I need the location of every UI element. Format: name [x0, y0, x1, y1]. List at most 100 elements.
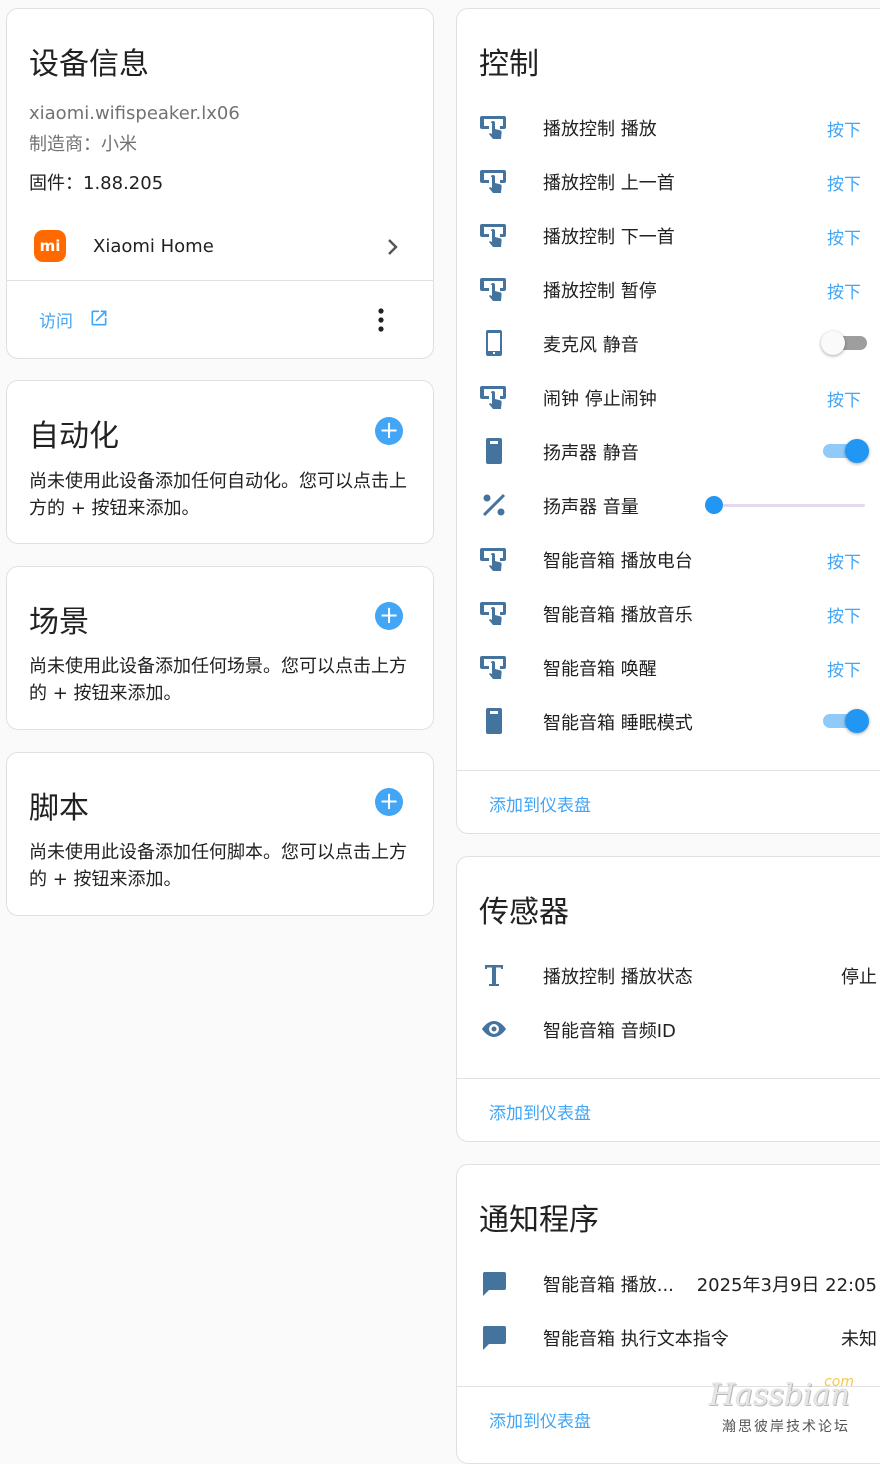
- control-name: 播放控制 暂停: [543, 281, 657, 302]
- sensor-state: 停止: [841, 967, 877, 988]
- press-button[interactable]: 按下: [827, 602, 861, 627]
- press-button[interactable]: 按下: [827, 170, 861, 195]
- press-button[interactable]: 按下: [827, 224, 861, 249]
- sensor-name: 播放控制 播放状态: [543, 967, 693, 988]
- speaker-mute-toggle[interactable]: [821, 439, 869, 463]
- message-icon: [482, 1326, 506, 1350]
- script-description: 尚未使用此设备添加任何脚本。您可以点击上方的 + 按钮来添加。: [29, 842, 407, 890]
- sensors-title: 传感器: [479, 895, 569, 930]
- control-row[interactable]: 智能音箱 唤醒 按下: [457, 640, 880, 694]
- control-row[interactable]: 智能音箱 睡眠模式: [457, 694, 880, 748]
- notify-title: 通知程序: [479, 1203, 599, 1238]
- automation-title: 自动化: [29, 419, 119, 454]
- eye-icon: [482, 1021, 506, 1037]
- control-name: 扬声器 静音: [543, 443, 639, 464]
- percent-icon: [482, 493, 506, 517]
- device-info-card: 设备信息 xiaomi.wifispeaker.lx06 制造商：小米 固件：1…: [6, 8, 434, 359]
- watermark-brand: Hassbian: [709, 1378, 850, 1413]
- sleep-mode-toggle[interactable]: [821, 709, 869, 733]
- device-info-divider: [7, 280, 433, 281]
- gesture-tap-button-icon: [480, 656, 506, 679]
- gesture-tap-button-icon: [480, 602, 506, 625]
- control-name: 播放控制 上一首: [543, 173, 675, 194]
- xiaomi-logo-icon: mi: [34, 230, 66, 262]
- press-button[interactable]: 按下: [827, 278, 861, 303]
- script-card: 脚本 + 尚未使用此设备添加任何脚本。您可以点击上方的 + 按钮来添加。: [6, 752, 434, 916]
- add-script-button[interactable]: +: [375, 788, 403, 816]
- hassbian-watermark: com Hassbian 瀚思彼岸技术论坛: [694, 1374, 854, 1438]
- device-manufacturer: 制造商：小米: [29, 134, 137, 155]
- device-info-title: 设备信息: [29, 47, 149, 82]
- notify-state: 2025年3月9日 22:05: [696, 1275, 877, 1296]
- control-name: 闹钟 停止闹钟: [543, 389, 657, 410]
- add-scene-button[interactable]: +: [375, 602, 403, 630]
- notify-name: 智能音箱 执行文本指令: [543, 1329, 729, 1350]
- sensors-divider: [457, 1078, 880, 1079]
- notify-row[interactable]: 智能音箱 播放... 2025年3月9日 22:05: [457, 1256, 880, 1310]
- add-automation-button[interactable]: +: [375, 417, 403, 445]
- notify-row[interactable]: 智能音箱 执行文本指令 未知: [457, 1310, 880, 1364]
- sensor-row[interactable]: 播放控制 播放状态 停止: [457, 948, 880, 1002]
- controls-divider: [457, 770, 880, 771]
- controls-title: 控制: [479, 47, 539, 82]
- automation-card: 自动化 + 尚未使用此设备添加任何自动化。您可以点击上方的 + 按钮来添加。: [6, 380, 434, 544]
- gesture-tap-button-icon: [480, 116, 506, 139]
- notify-state: 未知: [841, 1329, 877, 1350]
- gesture-tap-button-icon: [480, 278, 506, 301]
- control-row[interactable]: 扬声器 静音: [457, 424, 880, 478]
- control-name: 播放控制 下一首: [543, 227, 675, 248]
- control-name: 麦克风 静音: [543, 335, 639, 356]
- scene-title: 场景: [29, 605, 89, 640]
- control-row[interactable]: 智能音箱 播放电台 按下: [457, 532, 880, 586]
- control-name: 智能音箱 睡眠模式: [543, 713, 693, 734]
- more-vertical-icon[interactable]: [375, 307, 387, 333]
- control-name: 播放控制 播放: [543, 119, 657, 140]
- notify-name: 智能音箱 播放...: [543, 1275, 674, 1296]
- format-text-icon: [485, 965, 503, 986]
- press-button[interactable]: 按下: [827, 386, 861, 411]
- gesture-tap-button-icon: [480, 548, 506, 571]
- sensor-row[interactable]: 智能音箱 音频ID: [457, 1002, 880, 1056]
- script-title: 脚本: [29, 791, 89, 826]
- press-button[interactable]: 按下: [827, 116, 861, 141]
- volume-slider[interactable]: [705, 495, 865, 515]
- sensor-name: 智能音箱 音频ID: [543, 1021, 676, 1042]
- gesture-tap-button-icon: [480, 224, 506, 247]
- control-row[interactable]: 播放控制 暂停 按下: [457, 262, 880, 316]
- visit-label: 访问: [39, 312, 73, 332]
- press-button[interactable]: 按下: [827, 548, 861, 573]
- controls-card: 控制 播放控制 播放 按下 播放控制 上一首 按下 播放控制 下一首 按下 播放…: [456, 8, 880, 834]
- control-row[interactable]: 播放控制 下一首 按下: [457, 208, 880, 262]
- control-row[interactable]: 播放控制 播放 按下: [457, 100, 880, 154]
- sensors-add-to-dashboard[interactable]: 添加到仪表盘: [489, 1099, 591, 1124]
- gesture-tap-button-icon: [480, 386, 506, 409]
- scene-card: 场景 + 尚未使用此设备添加任何场景。您可以点击上方的 + 按钮来添加。: [6, 566, 434, 730]
- automation-description: 尚未使用此设备添加任何自动化。您可以点击上方的 + 按钮来添加。: [29, 471, 407, 519]
- device-firmware: 固件：1.88.205: [29, 173, 164, 194]
- control-name: 扬声器 音量: [543, 497, 639, 518]
- control-row[interactable]: 智能音箱 播放音乐 按下: [457, 586, 880, 640]
- integration-name: Xiaomi Home: [93, 236, 214, 257]
- watermark-subtitle: 瀚思彼岸技术论坛: [722, 1419, 850, 1435]
- press-button[interactable]: 按下: [827, 656, 861, 681]
- controls-add-to-dashboard[interactable]: 添加到仪表盘: [489, 791, 591, 816]
- device-model: xiaomi.wifispeaker.lx06: [29, 103, 240, 124]
- gesture-tap-button-icon: [480, 170, 506, 193]
- sensors-card: 传感器 播放控制 播放状态 停止 智能音箱 音频ID 添加到仪表盘: [456, 856, 880, 1142]
- control-row[interactable]: 闹钟 停止闹钟 按下: [457, 370, 880, 424]
- visit-link[interactable]: 访问: [39, 307, 129, 332]
- scene-description: 尚未使用此设备添加任何场景。您可以点击上方的 + 按钮来添加。: [29, 656, 407, 704]
- notify-add-to-dashboard[interactable]: 添加到仪表盘: [489, 1407, 591, 1432]
- mic-mute-toggle[interactable]: [821, 331, 869, 355]
- integration-row[interactable]: mi Xiaomi Home: [7, 223, 433, 285]
- cellphone-solid-icon: [486, 438, 502, 464]
- cellphone-solid-icon: [486, 708, 502, 734]
- volume-slider-knob[interactable]: [705, 496, 723, 514]
- control-row[interactable]: 扬声器 音量: [457, 478, 880, 532]
- control-name: 智能音箱 播放电台: [543, 551, 693, 572]
- control-name: 智能音箱 唤醒: [543, 659, 657, 680]
- control-row[interactable]: 麦克风 静音: [457, 316, 880, 370]
- control-row[interactable]: 播放控制 上一首 按下: [457, 154, 880, 208]
- message-icon: [482, 1272, 506, 1296]
- open-in-new-icon: [91, 310, 107, 326]
